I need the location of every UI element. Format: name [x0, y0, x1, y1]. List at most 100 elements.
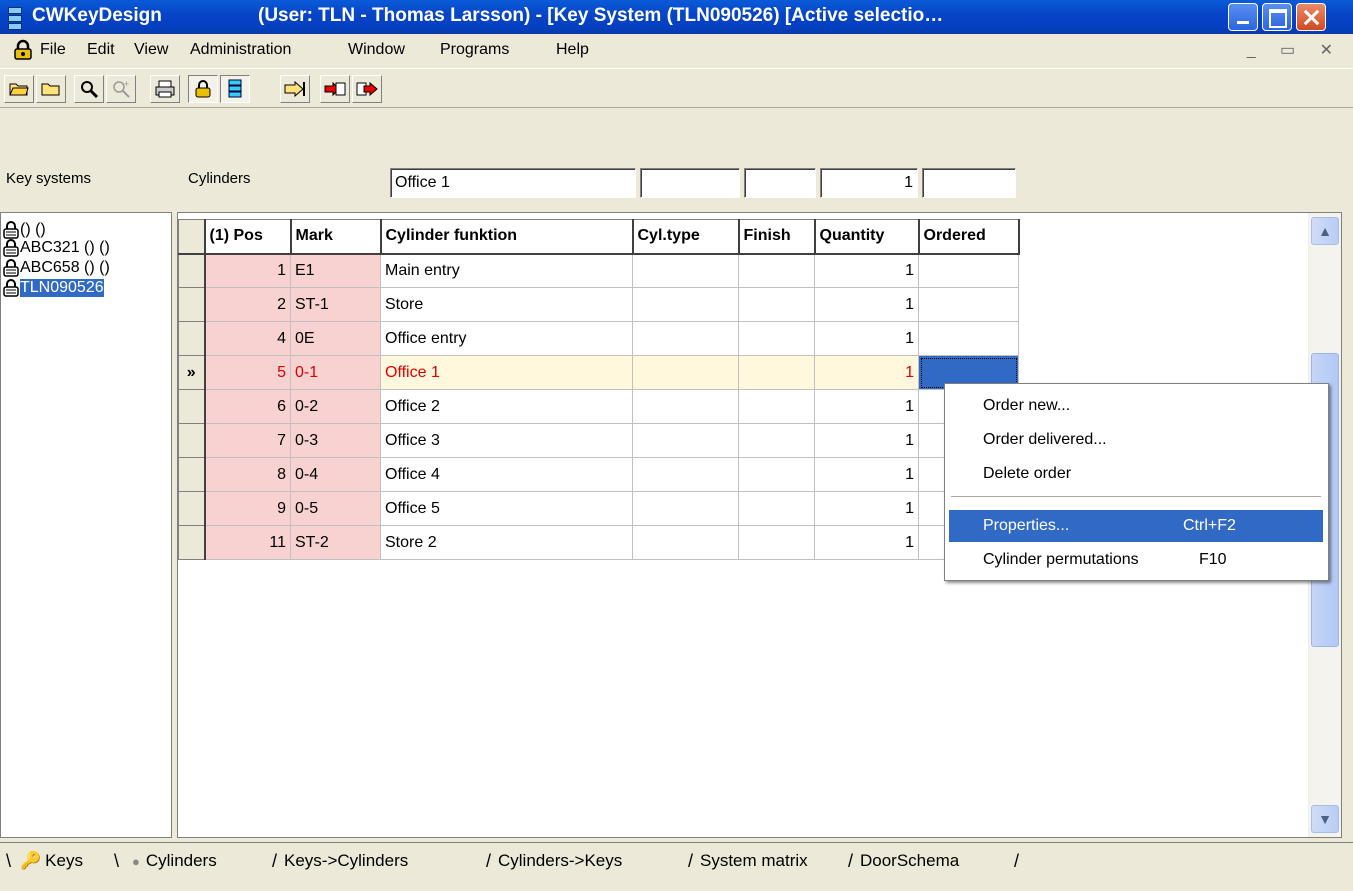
search-next-icon[interactable]: +	[106, 75, 136, 103]
cell-function[interactable]: Office 1	[380, 355, 633, 390]
cell-finish[interactable]	[738, 525, 815, 560]
tree-item-selected[interactable]: TLN090526	[3, 279, 104, 297]
cell-function[interactable]: Store	[380, 287, 633, 322]
table-row[interactable]: 6 0-2 Office 2 1	[178, 389, 1019, 424]
cell-mark[interactable]: 0-2	[290, 389, 381, 424]
tab-door-schema[interactable]: DoorSchema	[860, 851, 959, 871]
table-row[interactable]: 9 0-5 Office 5 1	[178, 491, 1019, 526]
tab-keys-cylinders[interactable]: Keys->Cylinders	[284, 851, 408, 871]
cell-function[interactable]: Main entry	[380, 253, 633, 288]
ctx-order-new[interactable]: Order new...	[949, 390, 1323, 422]
cell-pos[interactable]: 8	[204, 457, 291, 492]
cyl-type-field[interactable]	[640, 168, 740, 198]
cell-pos[interactable]: 5	[204, 355, 291, 390]
menu-window[interactable]: Window	[348, 41, 405, 59]
ctx-delete-order[interactable]: Delete order	[949, 458, 1323, 490]
row-indicator[interactable]	[178, 389, 206, 424]
mdi-window-controls[interactable]: _ ▭ ✕	[1247, 40, 1343, 60]
minimize-button[interactable]	[1228, 3, 1258, 31]
table-row[interactable]: » 5 0-1 Office 1 1	[178, 355, 1019, 390]
cell-mark[interactable]: ST-1	[290, 287, 381, 322]
lock-icon[interactable]	[12, 39, 34, 66]
cell-ordered[interactable]	[918, 287, 1019, 322]
menu-edit[interactable]: Edit	[87, 41, 115, 59]
column-header-cyl-type[interactable]: Cyl.type	[632, 219, 740, 255]
row-indicator[interactable]	[178, 423, 206, 458]
cylinder-name-field[interactable]: Office 1	[390, 168, 636, 198]
tab-cylinders-keys[interactable]: Cylinders->Keys	[498, 851, 622, 871]
cell-mark[interactable]: ST-2	[290, 525, 381, 560]
ordered-field[interactable]	[922, 168, 1016, 198]
import-icon[interactable]	[320, 75, 350, 103]
table-row[interactable]: 4 0E Office entry 1	[178, 321, 1019, 356]
column-header-quantity[interactable]: Quantity	[814, 219, 920, 255]
column-header-mark[interactable]: Mark	[290, 219, 382, 255]
cell-finish[interactable]	[738, 287, 815, 322]
table-row[interactable]: 1 E1 Main entry 1	[178, 253, 1019, 288]
cell-quantity[interactable]: 1	[814, 423, 919, 458]
select-arrow-icon[interactable]	[280, 75, 310, 103]
cell-pos[interactable]: 2	[204, 287, 291, 322]
cell-function[interactable]: Office 2	[380, 389, 633, 424]
cell-finish[interactable]	[738, 321, 815, 356]
cell-function[interactable]: Office 3	[380, 423, 633, 458]
tab-system-matrix[interactable]: System matrix	[700, 851, 808, 871]
cell-quantity[interactable]: 1	[814, 389, 919, 424]
cell-cyl-type[interactable]	[632, 423, 739, 458]
cell-quantity[interactable]: 1	[814, 525, 919, 560]
cell-cyl-type[interactable]	[632, 525, 739, 560]
cell-cyl-type[interactable]	[632, 457, 739, 492]
cell-pos[interactable]: 4	[204, 321, 291, 356]
search-icon[interactable]	[74, 75, 104, 103]
key-system-lock-icon[interactable]	[188, 75, 218, 103]
cell-function[interactable]: Office 4	[380, 457, 633, 492]
menu-programs[interactable]: Programs	[440, 41, 509, 59]
row-indicator[interactable]: »	[178, 355, 206, 390]
cell-mark[interactable]: E1	[290, 253, 381, 288]
cell-mark[interactable]: 0-1	[290, 355, 381, 390]
open-folder-icon[interactable]	[4, 75, 34, 103]
row-indicator[interactable]	[178, 491, 206, 526]
cell-pos[interactable]: 9	[204, 491, 291, 526]
cell-cyl-type[interactable]	[632, 287, 739, 322]
cell-pos[interactable]: 6	[204, 389, 291, 424]
row-indicator[interactable]	[178, 287, 206, 322]
cell-finish[interactable]	[738, 491, 815, 526]
tab-cylinders[interactable]: ● Cylinders	[132, 851, 217, 871]
cell-finish[interactable]	[738, 423, 815, 458]
tree-item[interactable]: ABC658 () ()	[3, 259, 110, 277]
cell-cyl-type[interactable]	[632, 253, 739, 288]
ctx-properties[interactable]: Properties... Ctrl+F2	[949, 510, 1323, 542]
table-row[interactable]: 8 0-4 Office 4 1	[178, 457, 1019, 492]
menu-help[interactable]: Help	[556, 41, 589, 59]
cell-cyl-type[interactable]	[632, 491, 739, 526]
cell-quantity[interactable]: 1	[814, 491, 919, 526]
menu-administration[interactable]: Administration	[190, 41, 291, 59]
cell-mark[interactable]: 0E	[290, 321, 381, 356]
table-row[interactable]: 2 ST-1 Store 1	[178, 287, 1019, 322]
tree-item[interactable]: ABC321 () ()	[3, 239, 110, 257]
row-indicator[interactable]	[178, 457, 206, 492]
table-row[interactable]: 11 ST-2 Store 2 1	[178, 525, 1019, 560]
row-indicator[interactable]	[178, 321, 206, 356]
maximize-button[interactable]	[1262, 3, 1292, 31]
tree-item[interactable]: () ()	[3, 221, 46, 239]
scroll-down-icon[interactable]: ▼	[1311, 805, 1339, 833]
column-header-pos[interactable]: (1) Pos	[204, 219, 292, 255]
column-header-finish[interactable]: Finish	[738, 219, 816, 255]
column-header-ordered[interactable]: Ordered	[918, 219, 1020, 255]
cell-cyl-type[interactable]	[632, 355, 739, 390]
cell-function[interactable]: Office entry	[380, 321, 633, 356]
tab-keys[interactable]: 🔑 Keys	[20, 851, 83, 871]
cell-function[interactable]: Office 5	[380, 491, 633, 526]
cell-mark[interactable]: 0-5	[290, 491, 381, 526]
row-indicator[interactable]	[178, 253, 206, 288]
cell-quantity[interactable]: 1	[814, 457, 919, 492]
cell-finish[interactable]	[738, 355, 815, 390]
finish-field[interactable]	[744, 168, 816, 198]
cell-pos[interactable]: 1	[204, 253, 291, 288]
export-icon[interactable]	[352, 75, 382, 103]
menu-file[interactable]: File	[40, 41, 66, 59]
quantity-field[interactable]: 1	[820, 168, 918, 198]
cell-mark[interactable]: 0-3	[290, 423, 381, 458]
